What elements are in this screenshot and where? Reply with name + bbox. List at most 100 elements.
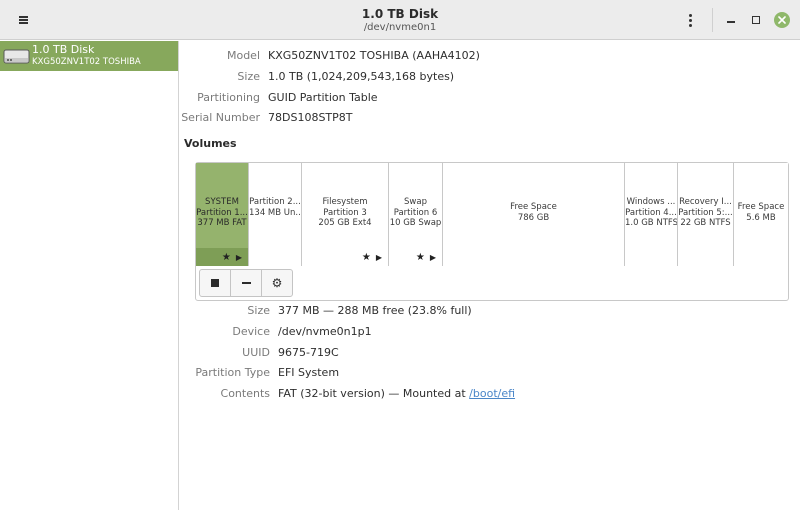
partition-size: 5.6 MB [746, 212, 776, 223]
partition-label: Swap Partition 6 10 GB Swap [389, 197, 442, 229]
drive-details-pane: Model KXG50ZNV1T02 TOSHIBA (AAHA4102) Si… [180, 41, 800, 510]
partitioning-label: Partitioning [197, 91, 260, 104]
stop-icon [211, 279, 219, 287]
partition-bar: SYSTEM Partition 1... 377 MB FAT ★ ▶ Par… [196, 163, 788, 266]
partition-type-row: Partition Type EFI System [180, 365, 800, 381]
serial-number-value: 78DS108STP8T [268, 111, 353, 124]
hamburger-menu-icon [18, 16, 28, 24]
partition-options-button[interactable]: ⚙ [261, 269, 293, 297]
partitioning-value: GUID Partition Table [268, 91, 378, 104]
partition-number: Partition 5:... [678, 207, 733, 218]
volumes-graphic: SYSTEM Partition 1... 377 MB FAT ★ ▶ Par… [195, 162, 789, 301]
partition-size: 786 GB [517, 212, 550, 223]
partition-name: Recovery I... [679, 197, 732, 207]
partition-size: 134 MB Un... [249, 207, 301, 218]
partition-name: Free Space [737, 202, 785, 212]
star-icon: ★ [415, 251, 425, 263]
play-icon: ▶ [375, 252, 382, 262]
device-label: Device [232, 325, 270, 338]
partition-2-block[interactable]: Partition 2... 134 MB Un... [249, 163, 302, 266]
partition-label: Recovery I... Partition 5:... 22 GB NTFS [678, 197, 733, 229]
play-icon: ▶ [429, 252, 436, 262]
device-value: /dev/nvme0n1p1 [278, 325, 372, 338]
partition-flags: ★ ▶ [389, 248, 442, 266]
partition-number: Partition 6 [393, 207, 438, 218]
partitioning-row: Partitioning GUID Partition Table [180, 90, 800, 106]
volume-size-row: Size 377 MB — 288 MB free (23.8% full) [180, 303, 800, 319]
drive-name: 1.0 TB Disk [32, 43, 95, 56]
close-button[interactable] [772, 10, 792, 30]
partition-size: 1.0 GB NTFS [625, 218, 677, 228]
minus-icon [241, 282, 251, 284]
model-value: KXG50ZNV1T02 TOSHIBA (AAHA4102) [268, 49, 480, 62]
play-icon: ▶ [235, 252, 242, 262]
maximize-icon [752, 16, 760, 24]
hamburger-menu-button[interactable] [9, 8, 37, 32]
partition-6-block[interactable]: Swap Partition 6 10 GB Swap ★ ▶ [389, 163, 443, 266]
free-space-block[interactable]: Free Space 786 GB [443, 163, 625, 266]
hard-drive-icon [3, 49, 30, 64]
window-title: 1.0 TB Disk [361, 7, 439, 21]
minimize-button[interactable] [721, 10, 741, 30]
unmount-button[interactable] [199, 269, 231, 297]
star-icon: ★ [221, 251, 231, 263]
minimize-icon [727, 21, 735, 23]
delete-partition-button[interactable] [230, 269, 262, 297]
device-row: Device /dev/nvme0n1p1 [180, 324, 800, 340]
partition-type-label: Partition Type [195, 366, 270, 379]
partition-label: Free Space 786 GB [443, 202, 624, 223]
partition-5-block[interactable]: Recovery I... Partition 5:... 22 GB NTFS [678, 163, 734, 266]
partition-label: Filesystem Partition 3 205 GB Ext4 [302, 197, 388, 229]
partition-size: 377 MB FAT [197, 218, 247, 228]
drive-options-button[interactable] [678, 8, 702, 32]
contents-text: FAT (32-bit version) — Mounted at [278, 387, 470, 400]
partition-type-value: EFI System [278, 366, 340, 379]
partition-number: Partition 1... [196, 207, 248, 218]
partition-label: Free Space 5.6 MB [734, 202, 788, 223]
contents-value: FAT (32-bit version) — Mounted at /boot/… [278, 386, 515, 402]
header-bar: 1.0 TB Disk /dev/nvme0n1 [0, 0, 800, 40]
window-subtitle: /dev/nvme0n1 [363, 22, 437, 33]
partition-3-block[interactable]: Filesystem Partition 3 205 GB Ext4 ★ ▶ [302, 163, 389, 266]
uuid-label: UUID [242, 346, 270, 359]
mount-point-link[interactable]: /boot/efi [469, 387, 515, 400]
gears-icon: ⚙ [271, 276, 283, 290]
vertical-dots-icon [688, 13, 692, 27]
header-separator [712, 8, 713, 32]
uuid-value: 9675-719C [278, 346, 339, 359]
partition-4-block[interactable]: Windows ... Partition 4... 1.0 GB NTFS [625, 163, 678, 266]
partition-label: Partition 2... 134 MB Un... [249, 197, 301, 218]
volume-size-value: 377 MB — 288 MB free (23.8% full) [278, 304, 472, 317]
serial-number-label: Serial Number [181, 111, 260, 124]
size-label: Size [237, 70, 260, 83]
star-icon: ★ [361, 251, 371, 263]
partition-name: Swap [404, 197, 427, 207]
window-title-group: 1.0 TB Disk /dev/nvme0n1 [250, 6, 550, 34]
partition-label: SYSTEM Partition 1... 377 MB FAT [196, 197, 248, 229]
trailing-free-space-block[interactable]: Free Space 5.6 MB [734, 163, 788, 266]
model-row: Model KXG50ZNV1T02 TOSHIBA (AAHA4102) [180, 48, 800, 64]
volumes-heading: Volumes [184, 137, 237, 150]
partition-number: Partition 3 [323, 207, 367, 218]
volume-toolbar: ⚙ [199, 269, 293, 297]
size-row: Size 1.0 TB (1,024,209,543,168 bytes) [180, 69, 800, 85]
partition-size: 205 GB Ext4 [318, 218, 372, 228]
partition-name: Filesystem [322, 197, 368, 207]
partition-number: Partition 4... [625, 207, 677, 218]
drive-model: KXG50ZNV1T02 TOSHIBA [32, 57, 141, 67]
partition-1-block[interactable]: SYSTEM Partition 1... 377 MB FAT ★ ▶ [196, 163, 249, 266]
uuid-row: UUID 9675-719C [180, 345, 800, 361]
partition-size: 10 GB Swap [389, 218, 442, 228]
serial-number-row: Serial Number 78DS108STP8T [180, 110, 800, 126]
partition-name: SYSTEM [205, 197, 239, 207]
partition-name: Windows ... [626, 197, 676, 207]
partition-flags: ★ ▶ [302, 248, 388, 266]
close-icon [774, 12, 790, 28]
partition-name: Partition 2... [249, 197, 301, 207]
partition-name: Free Space [510, 202, 557, 212]
drives-sidebar: 1.0 TB Disk KXG50ZNV1T02 TOSHIBA [0, 41, 179, 510]
contents-label: Contents [220, 387, 270, 400]
model-label: Model [226, 49, 260, 62]
maximize-button[interactable] [746, 10, 766, 30]
sidebar-item-drive[interactable]: 1.0 TB Disk KXG50ZNV1T02 TOSHIBA [0, 41, 178, 71]
